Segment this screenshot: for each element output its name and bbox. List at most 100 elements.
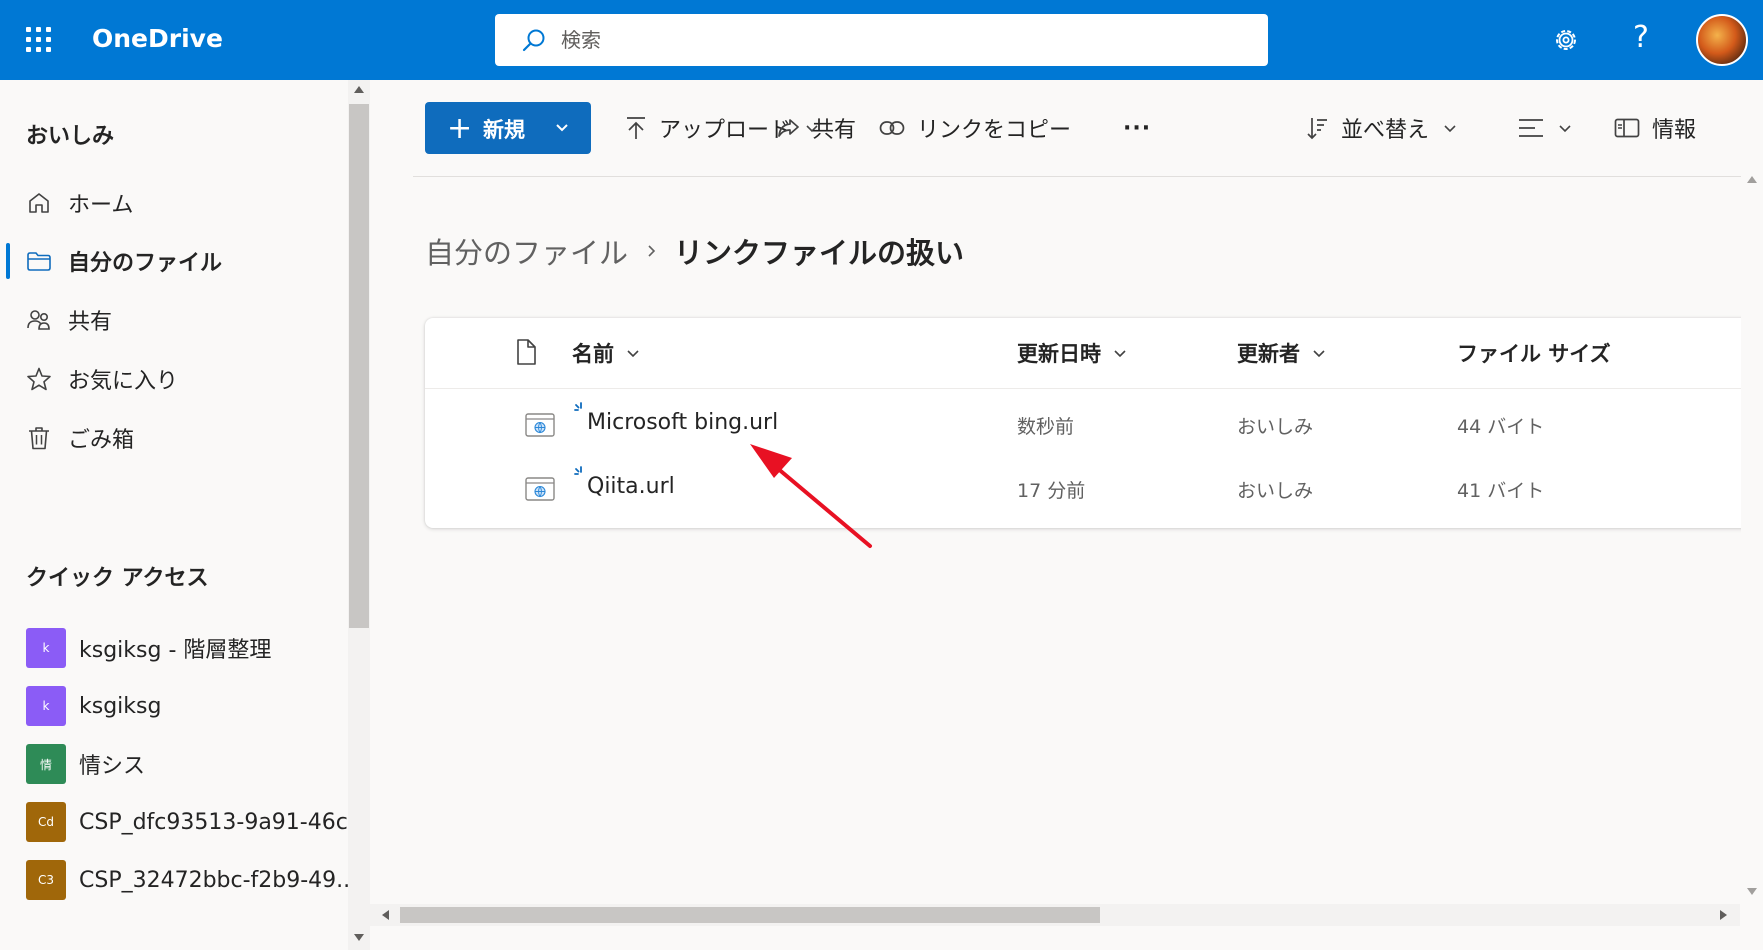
quick-access-label: CSP_dfc93513-9a91-46c... bbox=[79, 809, 369, 835]
file-size-cell: 41 バイト bbox=[1457, 480, 1545, 502]
avatar[interactable] bbox=[1696, 14, 1748, 66]
chevron-down-icon bbox=[1444, 125, 1456, 133]
info-button[interactable]: 情報 bbox=[1614, 102, 1696, 154]
quick-access-item[interactable]: 情 情シス bbox=[0, 736, 350, 792]
quick-access-item[interactable]: k ksgiksg - 階層整理 bbox=[0, 620, 350, 676]
copy-link-button[interactable]: リンクをコピー bbox=[879, 102, 1071, 154]
share-label: 共有 bbox=[812, 118, 857, 143]
quick-access-label: 情シス bbox=[79, 754, 146, 779]
chevron-down-icon bbox=[1313, 350, 1325, 358]
scrollbar-thumb[interactable] bbox=[400, 907, 1100, 923]
search-input[interactable] bbox=[561, 24, 1241, 56]
header-divider bbox=[425, 388, 1763, 389]
file-list: 名前 更新日時 更新者 ファイル サイズ Microsoft bing.url … bbox=[425, 318, 1763, 528]
sort-label: 並べ替え bbox=[1341, 118, 1430, 143]
list-view-icon bbox=[1519, 119, 1543, 137]
sidebar-item-my-files[interactable]: 自分のファイル bbox=[0, 233, 350, 289]
horizontal-scrollbar[interactable] bbox=[370, 904, 1740, 926]
scroll-up-icon[interactable] bbox=[1747, 176, 1757, 183]
column-header-name[interactable]: 名前 bbox=[572, 318, 640, 388]
column-header-label: 名前 bbox=[572, 342, 614, 366]
help-icon[interactable]: ? bbox=[1633, 20, 1649, 55]
modified-by-cell: おいしみ bbox=[1237, 480, 1314, 502]
site-badge: 情 bbox=[26, 744, 66, 784]
sidebar-item-favorites[interactable]: お気に入り bbox=[0, 351, 350, 407]
file-name[interactable]: Microsoft bing.url bbox=[587, 410, 778, 435]
share-button[interactable]: 共有 bbox=[776, 102, 856, 154]
modified-by-cell: おいしみ bbox=[1237, 416, 1314, 438]
folder-icon bbox=[27, 252, 51, 271]
site-badge: Cd bbox=[26, 802, 66, 842]
scroll-up-icon[interactable] bbox=[354, 86, 364, 93]
gear-icon[interactable] bbox=[1551, 25, 1581, 55]
chevron-down-icon bbox=[556, 124, 568, 132]
sidebar-item-home[interactable]: ホーム bbox=[0, 175, 350, 231]
quick-access-item[interactable]: C3 CSP_32472bbc-f2b9-49... bbox=[0, 852, 357, 908]
sidebar-item-recycle-bin[interactable]: ごみ箱 bbox=[0, 410, 350, 466]
table-row[interactable]: Microsoft bing.url 数秒前 おいしみ 44 バイト bbox=[425, 390, 1763, 460]
column-header-label: 更新者 bbox=[1237, 342, 1300, 366]
new-button[interactable]: + 新規 bbox=[425, 102, 591, 154]
breadcrumb: 自分のファイル リンクファイルの扱い bbox=[425, 228, 964, 274]
app-title[interactable]: OneDrive bbox=[92, 24, 223, 53]
sidebar-user-name: おいしみ bbox=[26, 124, 115, 149]
quick-access-item[interactable]: k ksgiksg bbox=[0, 678, 350, 734]
column-header-label: 更新日時 bbox=[1017, 342, 1101, 366]
link-icon bbox=[879, 121, 905, 135]
link-file-icon bbox=[525, 477, 555, 501]
scroll-right-icon[interactable] bbox=[1720, 910, 1727, 920]
scrollbar-thumb[interactable] bbox=[349, 104, 369, 628]
command-bar-divider bbox=[413, 176, 1763, 177]
site-badge: k bbox=[26, 686, 66, 726]
sidebar-scrollbar[interactable] bbox=[348, 80, 370, 950]
site-badge: k bbox=[26, 628, 66, 668]
quick-access-item[interactable]: Cd CSP_dfc93513-9a91-46c... bbox=[0, 794, 369, 850]
chevron-down-icon bbox=[627, 350, 639, 358]
sidebar-item-label: ホーム bbox=[68, 193, 134, 218]
vertical-scrollbar[interactable] bbox=[1741, 170, 1763, 904]
sort-icon bbox=[1307, 118, 1327, 140]
chevron-right-icon bbox=[648, 245, 656, 257]
modified-cell: 数秒前 bbox=[1017, 416, 1075, 438]
sidebar: おいしみ ホーム 自分のファイル 共有 お気に入り ごみ箱 クイック アクセス … bbox=[0, 80, 369, 950]
more-icon: ··· bbox=[1123, 115, 1152, 141]
column-header-modified-by[interactable]: 更新者 bbox=[1237, 318, 1326, 388]
column-header-modified[interactable]: 更新日時 bbox=[1017, 318, 1127, 388]
info-pane-icon bbox=[1614, 118, 1640, 138]
sidebar-item-shared[interactable]: 共有 bbox=[0, 292, 350, 348]
table-row[interactable]: Qiita.url 17 分前 おいしみ 41 バイト bbox=[425, 454, 1763, 524]
more-button[interactable]: ··· bbox=[1123, 102, 1151, 154]
plus-icon: + bbox=[447, 111, 473, 146]
chevron-down-icon bbox=[1559, 125, 1571, 133]
quick-access-label: ksgiksg - 階層整理 bbox=[79, 638, 272, 663]
star-icon bbox=[27, 367, 51, 391]
upload-label: アップロード bbox=[659, 118, 792, 143]
breadcrumb-parent[interactable]: 自分のファイル bbox=[425, 230, 628, 272]
upload-icon bbox=[627, 117, 645, 139]
new-button-label: 新規 bbox=[483, 118, 525, 142]
link-file-icon bbox=[525, 413, 555, 437]
quick-access-title: クイック アクセス bbox=[26, 566, 209, 591]
sidebar-item-label: お気に入り bbox=[68, 369, 179, 394]
modified-cell: 17 分前 bbox=[1017, 480, 1086, 502]
share-icon bbox=[778, 119, 799, 137]
sidebar-item-label: 自分のファイル bbox=[68, 251, 223, 276]
column-header-file-size[interactable]: ファイル サイズ bbox=[1457, 318, 1611, 388]
scroll-left-icon[interactable] bbox=[382, 910, 389, 920]
home-icon bbox=[29, 193, 49, 213]
chevron-down-icon bbox=[1114, 350, 1126, 358]
view-options-button[interactable] bbox=[1518, 102, 1572, 154]
trash-icon bbox=[29, 427, 49, 450]
search-box[interactable] bbox=[495, 14, 1268, 66]
top-bar: OneDrive ? bbox=[0, 0, 1763, 80]
file-type-header-icon[interactable] bbox=[515, 338, 537, 366]
app-launcher-icon[interactable] bbox=[26, 27, 52, 53]
file-size-cell: 44 バイト bbox=[1457, 416, 1545, 438]
sidebar-item-label: ごみ箱 bbox=[68, 428, 135, 453]
file-name[interactable]: Qiita.url bbox=[587, 474, 675, 499]
scroll-down-icon[interactable] bbox=[1747, 888, 1757, 895]
search-icon bbox=[522, 29, 545, 52]
breadcrumb-current: リンクファイルの扱い bbox=[674, 236, 965, 270]
sort-button[interactable]: 並べ替え bbox=[1305, 102, 1457, 154]
scroll-down-icon[interactable] bbox=[354, 934, 364, 941]
